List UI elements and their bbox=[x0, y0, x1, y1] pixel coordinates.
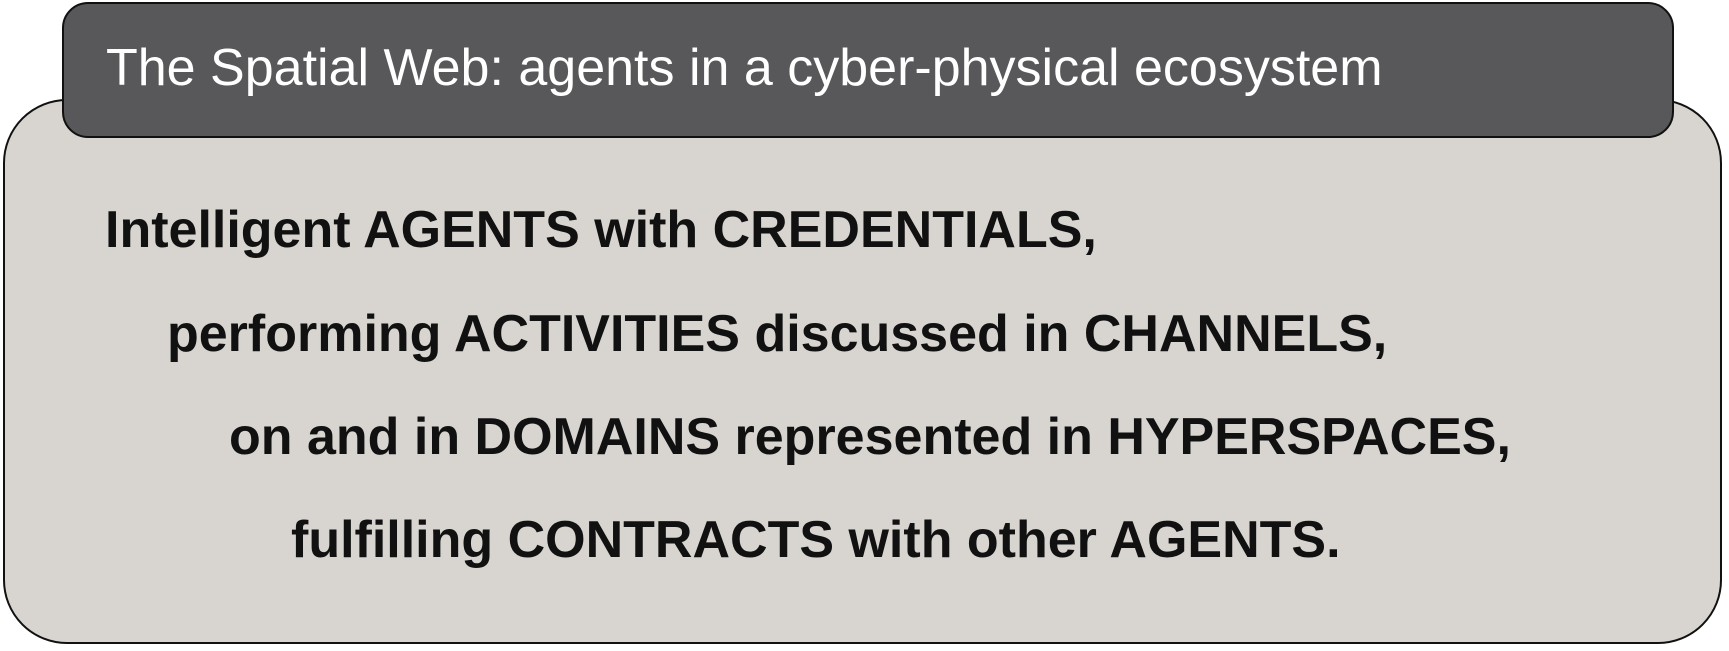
statement-line-contracts: fulfilling CONTRACTS with other AGENTS. bbox=[291, 511, 1341, 569]
diagram-title: The Spatial Web: agents in a cyber-physi… bbox=[106, 39, 1383, 97]
title-bar: The Spatial Web: agents in a cyber-physi… bbox=[62, 2, 1674, 138]
statement-line-activities: performing ACTIVITIES discussed in CHANN… bbox=[167, 305, 1388, 363]
statement-line-agents: Intelligent AGENTS with CREDENTIALS, bbox=[105, 201, 1097, 259]
statement-line-domains: on and in DOMAINS represented in HYPERSP… bbox=[229, 408, 1511, 466]
